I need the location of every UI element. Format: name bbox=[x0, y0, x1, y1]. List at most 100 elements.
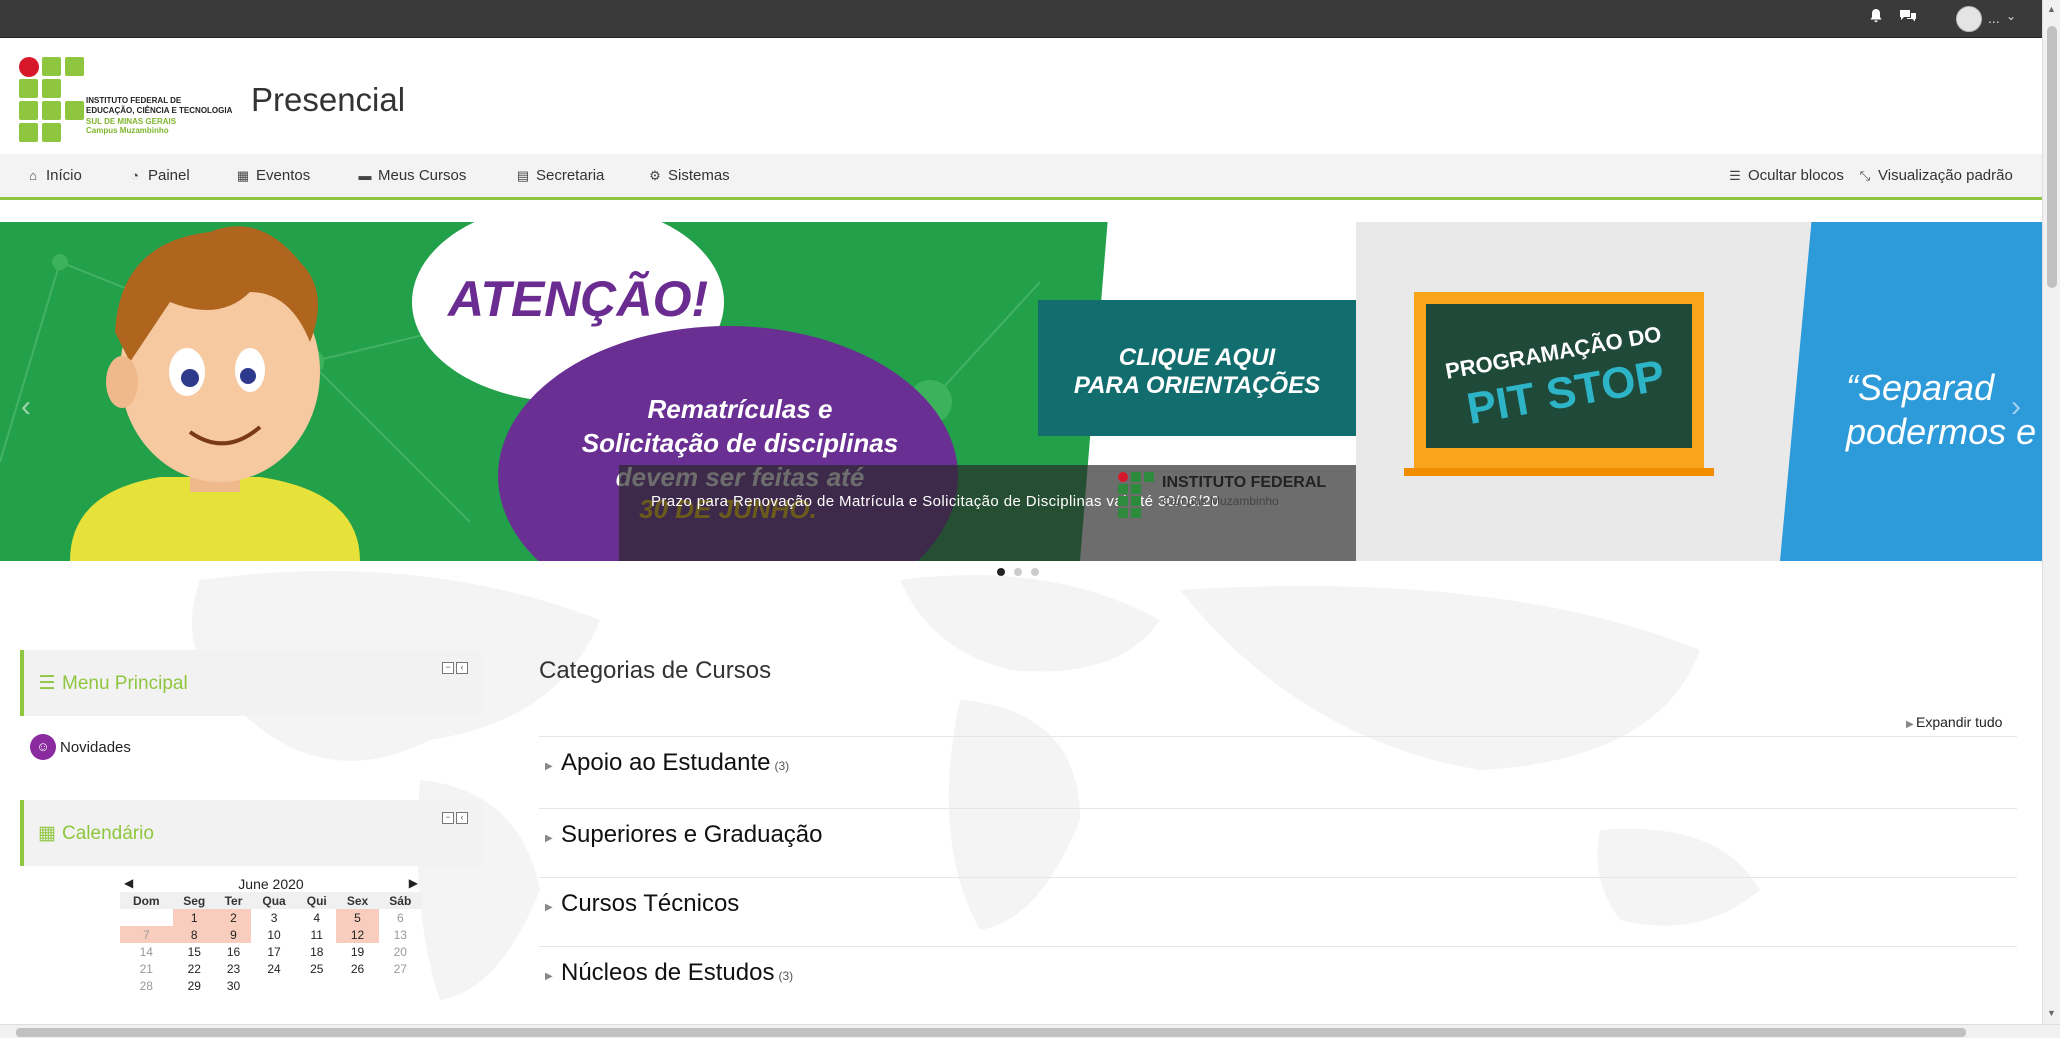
category-name[interactable]: Superiores e Graduação bbox=[561, 821, 823, 848]
scroll-down-arrow-icon[interactable]: ▼ bbox=[2047, 1008, 2056, 1018]
cogs-icon: ⚙ bbox=[649, 168, 661, 183]
calendar-day[interactable]: 30 bbox=[216, 977, 251, 994]
calendar-day[interactable]: 15 bbox=[173, 943, 216, 960]
calendar-day[interactable]: 4 bbox=[297, 909, 336, 926]
carousel-next-arrow-icon[interactable]: › bbox=[2000, 392, 2032, 424]
calendar-day[interactable]: 16 bbox=[216, 943, 251, 960]
category-count: (3) bbox=[778, 969, 794, 983]
category-apoio-ao-estudante[interactable]: ▶ Apoio ao Estudante (3) bbox=[539, 736, 2017, 804]
calendar-day[interactable]: 24 bbox=[251, 960, 297, 977]
calendar-weekday: Qua bbox=[251, 892, 298, 909]
calendar-day[interactable]: 13 bbox=[379, 926, 422, 943]
calendar-day bbox=[297, 977, 336, 994]
category-name[interactable]: Apoio ao Estudante bbox=[561, 749, 771, 776]
calendar-day[interactable]: 22 bbox=[173, 960, 216, 977]
carousel-dot-1[interactable] bbox=[997, 568, 1005, 576]
institution-logo[interactable]: INSTITUTO FEDERAL DE EDUCAÇÃO, CIÊNCIA E… bbox=[18, 56, 248, 146]
scrollbar-thumb[interactable] bbox=[2047, 26, 2057, 288]
caret-right-icon: ▶ bbox=[545, 902, 553, 913]
scroll-up-arrow-icon[interactable]: ▲ bbox=[2047, 4, 2056, 14]
calendar-day[interactable]: 14 bbox=[120, 943, 173, 960]
calendar-icon: ▦ bbox=[236, 168, 250, 183]
calendar-day[interactable]: 19 bbox=[336, 943, 378, 960]
calendar-day[interactable]: 23 bbox=[216, 960, 251, 977]
calendar-day[interactable]: 17 bbox=[251, 943, 297, 960]
calendar-day[interactable]: 12 bbox=[336, 926, 379, 943]
expand-all-link[interactable]: ▶ Expandir tudo bbox=[1906, 714, 2002, 730]
calendar-day bbox=[336, 977, 378, 994]
caret-right-icon: ▶ bbox=[1906, 719, 1914, 730]
calendar-day[interactable]: 7 bbox=[120, 926, 173, 943]
dashboard-icon: ◔ bbox=[131, 168, 139, 183]
collapse-block-icon[interactable]: − bbox=[442, 812, 454, 824]
calendar-weekday: Seg bbox=[172, 892, 216, 909]
nav-item-sistemas[interactable]: ⚙ Sistemas bbox=[646, 167, 730, 189]
menu-item-novidades[interactable]: ☺ Novidades bbox=[30, 734, 131, 760]
carousel-dot-2[interactable] bbox=[1014, 568, 1022, 576]
slide-text-line1: Rematrículas e bbox=[647, 394, 833, 424]
dock-block-icon[interactable]: ‹ bbox=[456, 812, 468, 824]
category-count: (3) bbox=[774, 759, 790, 773]
indent-icon: ☰ bbox=[1729, 168, 1741, 183]
site-title[interactable]: Presencial bbox=[251, 81, 405, 119]
user-avatar[interactable] bbox=[1956, 6, 1982, 32]
horizontal-scrollbar[interactable] bbox=[0, 1024, 2060, 1038]
nav-item-meus-cursos[interactable]: ▬ Meus Cursos bbox=[356, 167, 467, 189]
next-month-arrow-icon[interactable]: ▶ bbox=[409, 876, 418, 890]
calendar-day[interactable]: 2 bbox=[215, 909, 252, 926]
calendar-day[interactable]: 27 bbox=[379, 960, 422, 977]
category-name[interactable]: Núcleos de Estudos bbox=[561, 959, 774, 986]
calendar-weekday: Sáb bbox=[378, 892, 422, 909]
archive-icon: ▤ bbox=[516, 168, 530, 183]
calendar-day[interactable]: 25 bbox=[297, 960, 336, 977]
cta-line2: PARA ORIENTAÇÕES bbox=[1073, 372, 1321, 399]
slide-text-line2: Solicitação de disciplinas bbox=[581, 428, 899, 458]
default-view-button[interactable]: ⤡ Visualização padrão bbox=[1856, 167, 2013, 189]
bell-icon[interactable] bbox=[1866, 8, 1886, 28]
calendar-day[interactable]: 29 bbox=[173, 977, 216, 994]
chat-icon[interactable] bbox=[1898, 8, 1918, 28]
block-title: Calendário bbox=[62, 823, 154, 844]
nav-item-secretaria[interactable]: ▤ Secretaria bbox=[514, 167, 605, 189]
vertical-scrollbar[interactable]: ▲ ▼ bbox=[2042, 0, 2060, 1024]
category-name[interactable]: Cursos Técnicos bbox=[561, 890, 739, 917]
calendar-day[interactable]: 3 bbox=[251, 909, 297, 926]
user-name[interactable]: ... bbox=[1988, 10, 2000, 26]
calendar-day[interactable]: 5 bbox=[336, 909, 379, 926]
calendar-day[interactable]: 20 bbox=[379, 943, 422, 960]
carousel-slide-pit-stop[interactable]: PROGRAMAÇÃO DO PIT STOP “Separad podermo… bbox=[1356, 222, 2042, 561]
hide-blocks-button[interactable]: ☰ Ocultar blocos bbox=[1726, 167, 1844, 189]
collapse-block-icon[interactable]: − bbox=[442, 662, 454, 674]
expand-all-label: Expandir tudo bbox=[1916, 714, 2003, 730]
cta-line1: CLIQUE AQUI bbox=[1118, 344, 1276, 371]
category-nucleos-de-estudos[interactable]: ▶ Núcleos de Estudos (3) bbox=[539, 946, 2017, 1014]
calendar-day[interactable]: 1 bbox=[172, 909, 216, 926]
main-navigation: ⌂ Início ◔ Painel ▦ Eventos ▬ Meus Cursos ▤ S… bbox=[0, 154, 2042, 200]
carousel-dot-3[interactable] bbox=[1031, 568, 1039, 576]
nav-label: Painel bbox=[148, 167, 190, 184]
calendar-day[interactable]: 6 bbox=[379, 909, 422, 926]
calendar-day[interactable]: 18 bbox=[297, 943, 336, 960]
dock-block-icon[interactable]: ‹ bbox=[456, 662, 468, 674]
calendar-day[interactable]: 11 bbox=[297, 926, 336, 943]
attention-heading: ATENÇÃO! bbox=[448, 271, 709, 327]
calendar-month-label[interactable]: June 2020 bbox=[120, 876, 422, 892]
block-header: ☰ Menu Principal − ‹ bbox=[20, 650, 482, 716]
nav-item-inicio[interactable]: ⌂ Início bbox=[24, 167, 82, 189]
scrollbar-thumb[interactable] bbox=[16, 1028, 1966, 1037]
calendar-day[interactable]: 28 bbox=[120, 977, 173, 994]
category-cursos-tecnicos[interactable]: ▶ Cursos Técnicos bbox=[539, 877, 2017, 945]
calendar-day[interactable]: 9 bbox=[215, 926, 252, 943]
nav-item-painel[interactable]: ◔ Painel bbox=[126, 167, 190, 189]
calendar-day[interactable]: 26 bbox=[336, 960, 378, 977]
carousel-prev-arrow-icon[interactable]: ‹ bbox=[10, 392, 42, 424]
image-carousel[interactable]: ATENÇÃO! Rematrículas e Solicitação de d… bbox=[0, 222, 2042, 561]
calendar-day[interactable]: 8 bbox=[172, 926, 216, 943]
nav-item-eventos[interactable]: ▦ Eventos bbox=[234, 167, 310, 189]
chevron-down-icon[interactable]: ⌄ bbox=[2006, 9, 2016, 23]
cta-banner[interactable]: CLIQUE AQUI PARA ORIENTAÇÕES bbox=[1038, 300, 1356, 436]
category-superiores-e-graduacao[interactable]: ▶ Superiores e Graduação bbox=[539, 808, 2017, 876]
calendar-day[interactable]: 10 bbox=[251, 926, 297, 943]
carousel-slide-rematricula[interactable]: ATENÇÃO! Rematrículas e Solicitação de d… bbox=[0, 222, 1356, 561]
calendar-day[interactable]: 21 bbox=[120, 960, 173, 977]
